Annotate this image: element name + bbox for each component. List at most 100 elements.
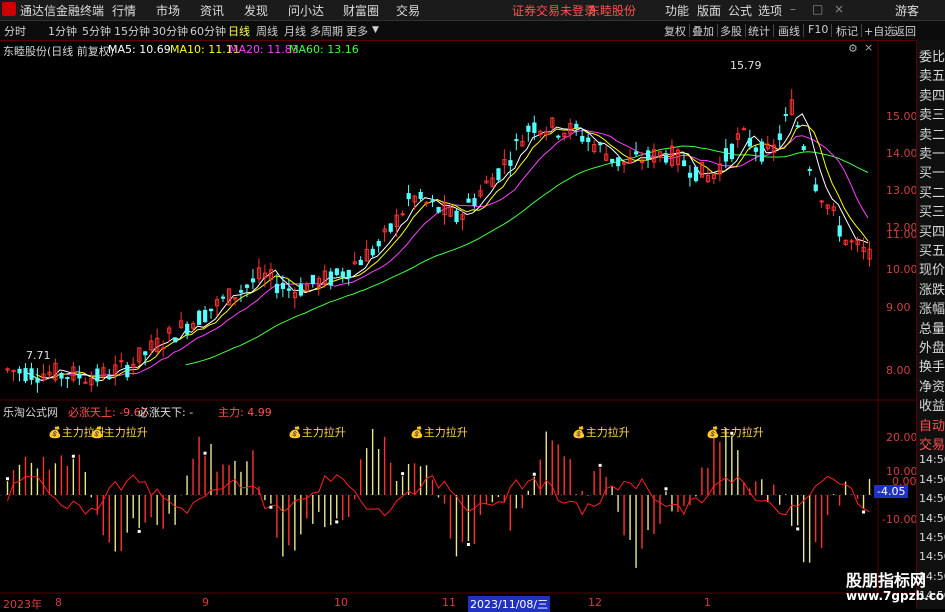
- candle-body: [23, 368, 28, 382]
- indicator-dot: [203, 451, 207, 455]
- menu-discover[interactable]: 发现: [244, 2, 268, 19]
- candle-body: [65, 376, 70, 379]
- side-panel-item: 涨幅: [919, 302, 945, 318]
- candle-body: [526, 125, 531, 132]
- ma5-label: MA5: 10.69: [108, 43, 171, 56]
- chart-title: 东睦股份(日线 前复权): [3, 45, 115, 58]
- menu-options[interactable]: 选项: [758, 2, 782, 19]
- candle-body: [280, 282, 286, 290]
- sub-y-tick: 20.00: [886, 431, 918, 444]
- tab-15min[interactable]: 15分钟: [114, 23, 150, 39]
- side-panel-item: 总量: [919, 321, 945, 337]
- menu-ask-xiaoda[interactable]: 问小达: [288, 2, 324, 19]
- low-price-label: 7.71: [26, 349, 51, 362]
- tab-30min[interactable]: 30分钟: [152, 23, 188, 39]
- ma20-line: [65, 130, 869, 376]
- candle-body: [801, 146, 806, 151]
- adjust-button[interactable]: 复权: [664, 23, 686, 39]
- tab-multi-period[interactable]: 多周期: [310, 23, 343, 39]
- tab-1min[interactable]: 1分钟: [48, 23, 77, 39]
- candle-body: [616, 157, 621, 167]
- close-icon[interactable]: ×: [834, 2, 844, 16]
- side-panel-item[interactable]: 自动: [919, 415, 945, 434]
- tab-monthly[interactable]: 月线: [284, 23, 306, 39]
- candle-body: [119, 360, 124, 363]
- signal-label: 💰主力拉升: [410, 426, 468, 439]
- tab-5min[interactable]: 5分钟: [82, 23, 111, 39]
- signal-label: 💰主力拉升: [706, 426, 764, 439]
- candle-body: [197, 310, 202, 325]
- candle-body: [532, 122, 537, 133]
- candle-body: [723, 148, 729, 162]
- candle-body: [125, 364, 130, 378]
- money-bag-icon: 💰: [48, 426, 62, 439]
- candle-body: [95, 368, 100, 382]
- menu-news[interactable]: 资讯: [200, 2, 224, 19]
- multi-stock-button[interactable]: 多股: [720, 23, 742, 39]
- settings-gear-icon[interactable]: ⚙: [848, 42, 858, 55]
- overlay-button[interactable]: 叠加: [692, 23, 714, 39]
- side-panel-item: 卖三: [919, 108, 945, 124]
- side-panel-item: 买三: [919, 205, 945, 221]
- menu-bar: 通达信金融终端 行情 市场 资讯 发现 问小达 财富圈 交易 证券交易未登录 东…: [0, 0, 945, 21]
- guest-login[interactable]: 游客: [895, 2, 919, 19]
- menu-wealth-circle[interactable]: 财富圈: [343, 2, 379, 19]
- draw-line-button[interactable]: 画线: [778, 23, 800, 39]
- tab-more[interactable]: 更多: [346, 23, 368, 39]
- signal-label: 💰主力拉升: [90, 426, 148, 439]
- mark-button[interactable]: 标记: [836, 23, 858, 39]
- candle-body: [687, 172, 693, 178]
- x-tick: 8: [55, 596, 62, 609]
- menu-quotes[interactable]: 行情: [112, 2, 136, 19]
- side-panel-item: 14:50: [919, 472, 945, 486]
- y-tick: 9.00: [886, 301, 911, 314]
- candle-body: [556, 135, 561, 138]
- trade-login-status[interactable]: 证券交易未登录: [512, 2, 596, 19]
- tab-60min[interactable]: 60分钟: [190, 23, 226, 39]
- menu-formula[interactable]: 公式: [728, 2, 752, 19]
- back-button[interactable]: 返回: [894, 23, 916, 39]
- candle-body: [418, 192, 423, 199]
- menu-trade[interactable]: 交易: [396, 2, 420, 19]
- y-tick: 13.00: [886, 184, 918, 197]
- candle-body: [837, 225, 842, 237]
- ma60-path: [185, 145, 869, 366]
- more-dropdown-icon[interactable]: ▼: [372, 25, 379, 35]
- tab-intraday[interactable]: 分时: [4, 23, 26, 39]
- x-tick: 11: [442, 596, 456, 609]
- minimize-icon[interactable]: –: [790, 2, 796, 16]
- side-panel-item[interactable]: 交易: [919, 434, 945, 453]
- menu-function[interactable]: 功能: [665, 2, 689, 19]
- candle-body: [406, 193, 411, 200]
- indicator-dot: [598, 463, 602, 467]
- candle-body: [663, 154, 669, 163]
- menu-market[interactable]: 市场: [156, 2, 180, 19]
- candle-body: [346, 269, 351, 279]
- high-price-label: 15.79: [730, 59, 762, 72]
- kline-chart-area[interactable]: [0, 40, 916, 609]
- tab-weekly[interactable]: 周线: [256, 23, 278, 39]
- menu-layout[interactable]: 版面: [697, 2, 721, 19]
- candle-body: [203, 309, 208, 323]
- statistics-button[interactable]: 统计: [748, 23, 770, 39]
- ma60-label: MA60: 13.16: [289, 43, 359, 56]
- indicator-dot: [71, 454, 75, 458]
- candle-body: [849, 240, 854, 243]
- side-panel-item: 买五: [919, 244, 945, 259]
- candle-body: [646, 150, 651, 160]
- candle-body: [634, 151, 639, 155]
- x-tick: 10: [334, 596, 348, 609]
- maximize-icon[interactable]: □: [812, 2, 823, 16]
- candle-body: [681, 160, 687, 167]
- f10-button[interactable]: F10: [808, 23, 828, 36]
- chart-close-icon[interactable]: ×: [864, 41, 873, 54]
- candlesticks: [5, 89, 872, 393]
- indicator-dot: [862, 510, 866, 514]
- tab-daily[interactable]: 日线: [228, 23, 250, 39]
- chart-grid: [0, 40, 916, 594]
- side-panel-item: 卖二: [919, 127, 945, 143]
- candle-body: [430, 200, 435, 203]
- side-panel-item: 卖一: [919, 147, 945, 162]
- side-panel-item: 委比: [919, 50, 945, 65]
- candle-body: [328, 271, 333, 286]
